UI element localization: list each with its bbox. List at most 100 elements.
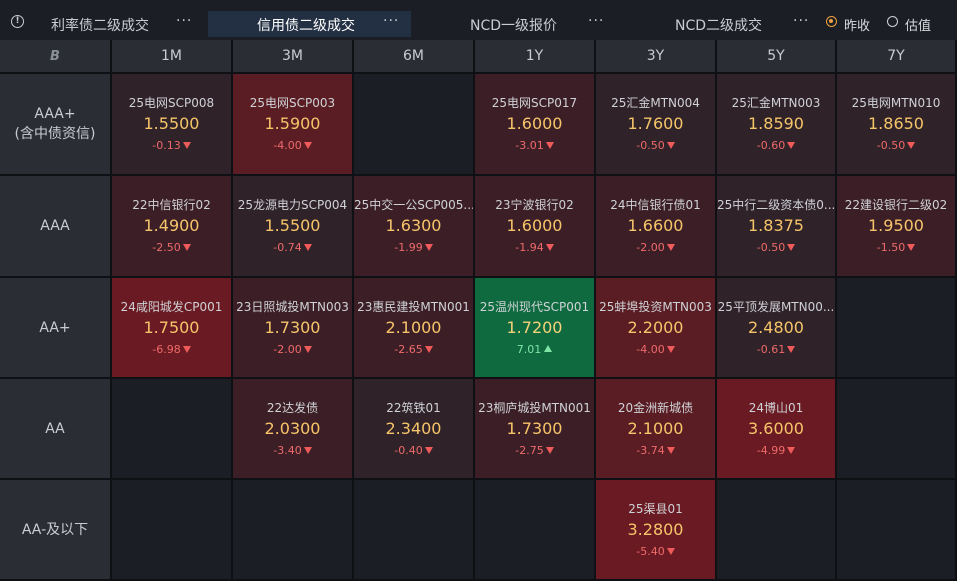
bond-cell[interactable]: 23惠民建投MTN001 2.1000 -2.65 xyxy=(354,278,473,377)
bond-cell[interactable]: 25电网SCP008 1.5500 -0.13 xyxy=(112,74,231,174)
yield-change: -4.00 xyxy=(596,343,715,356)
bond-yield: 3.6000 xyxy=(748,419,804,438)
change-value: -4.00 xyxy=(636,343,665,356)
arrow-down-icon xyxy=(424,346,433,353)
yield-change: -0.13 xyxy=(112,139,231,152)
radio-valuation[interactable] xyxy=(887,16,898,27)
change-value: -6.98 xyxy=(152,343,181,356)
bond-cell[interactable]: 25温州现代SCP001 1.7200 7.01 xyxy=(475,278,594,377)
tab-ncd-secondary[interactable]: NCD二级成交 ··· xyxy=(620,11,815,37)
yield-change: 7.01 xyxy=(475,343,594,356)
yield-change: -6.98 xyxy=(112,343,231,356)
tab-ncd-primary-quote[interactable]: NCD一级报价 ··· xyxy=(415,11,615,37)
bond-name: 22筑铁01 xyxy=(386,401,441,415)
bond-cell[interactable]: 25龙源电力SCP004 1.5500 -0.74 xyxy=(233,176,352,276)
more-options-icon[interactable]: ··· xyxy=(176,13,192,29)
bond-cell[interactable]: 22中信银行02 1.4900 -2.50 xyxy=(112,176,231,276)
bond-cell[interactable]: 23桐庐城投MTN001 1.7300 -2.75 xyxy=(475,379,594,478)
bond-name: 25电网MTN010 xyxy=(851,96,941,110)
bond-cell[interactable]: 25中交一公SCP005... 1.6300 -1.99 xyxy=(354,176,473,276)
bond-cell[interactable]: 23宁波银行02 1.6000 -1.94 xyxy=(475,176,594,276)
change-value: -2.50 xyxy=(152,241,181,254)
more-options-icon[interactable]: ··· xyxy=(383,13,399,29)
tab-rate-bond-secondary[interactable]: 利率债二级成交 ··· xyxy=(40,11,200,37)
bond-cell[interactable]: 24中信银行债01 1.6600 -2.00 xyxy=(596,176,715,276)
empty-cell xyxy=(837,379,955,478)
bond-cell[interactable]: 25渠县01 3.2800 -5.40 xyxy=(596,480,715,579)
bond-cell[interactable]: 25电网SCP003 1.5900 -4.00 xyxy=(233,74,352,174)
arrow-down-icon xyxy=(303,346,312,353)
bond-cell[interactable]: 22建设银行二级02 1.9500 -1.50 xyxy=(837,176,955,276)
arrow-down-icon xyxy=(787,244,796,251)
yield-change: -2.75 xyxy=(475,444,594,457)
bond-cell[interactable]: 25汇金MTN003 1.8590 -0.60 xyxy=(717,74,835,174)
yield-change: -0.50 xyxy=(717,241,835,254)
corner-logo-icon: B xyxy=(0,40,110,72)
yield-change: -0.40 xyxy=(354,444,473,457)
yield-change: -2.00 xyxy=(596,241,715,254)
bond-cell[interactable]: 25汇金MTN004 1.7600 -0.50 xyxy=(596,74,715,174)
bond-cell[interactable]: 25中行二级资本债0... 1.8375 -0.50 xyxy=(717,176,835,276)
arrow-down-icon xyxy=(303,142,312,149)
row-header-rating: AAA xyxy=(0,176,110,276)
bond-cell[interactable]: 25电网SCP017 1.6000 -3.01 xyxy=(475,74,594,174)
bond-cell[interactable]: 24博山01 3.6000 -4.99 xyxy=(717,379,835,478)
bond-name: 25渠县01 xyxy=(628,502,683,516)
empty-cell xyxy=(112,480,231,579)
yield-change: -3.40 xyxy=(233,444,352,457)
bond-cell[interactable]: 25平顶发展MTN00... 2.4800 -0.61 xyxy=(717,278,835,377)
bond-yield: 1.6300 xyxy=(385,216,442,235)
bond-name: 25电网SCP008 xyxy=(128,96,215,110)
arrow-down-icon xyxy=(424,447,433,454)
bond-cell[interactable]: 20金洲新城债 2.1000 -3.74 xyxy=(596,379,715,478)
bond-cell[interactable]: 25蚌埠投资MTN003 2.2000 -4.00 xyxy=(596,278,715,377)
rating-tenor-matrix: B 1M 3M 6M 1Y 3Y 5Y 7Y AAA+ (含中债资信) 25电网SCP008 1.5… xyxy=(0,40,957,581)
bond-cell[interactable]: 22达发债 2.0300 -3.40 xyxy=(233,379,352,478)
bond-name: 23日照城投MTN003 xyxy=(236,300,349,314)
bond-yield: 2.0300 xyxy=(264,419,321,438)
change-value: -5.40 xyxy=(636,545,665,558)
bond-yield: 1.5900 xyxy=(264,114,321,133)
bond-yield: 2.3400 xyxy=(385,419,442,438)
bond-name: 23宁波银行02 xyxy=(495,198,574,212)
arrow-down-icon xyxy=(666,548,675,555)
bond-yield: 1.7500 xyxy=(143,318,200,337)
arrow-down-icon xyxy=(545,244,554,251)
tab-label: 利率债二级成交 xyxy=(51,18,149,34)
bond-name: 25中交一公SCP005... xyxy=(354,198,473,212)
arrow-down-icon xyxy=(666,142,675,149)
arrow-down-icon xyxy=(182,346,191,353)
change-value: -0.40 xyxy=(394,444,423,457)
bond-yield: 1.4900 xyxy=(143,216,200,235)
radio-prev-close[interactable] xyxy=(826,16,837,27)
bond-cell[interactable]: 24咸阳城发CP001 1.7500 -6.98 xyxy=(112,278,231,377)
more-options-icon[interactable]: ··· xyxy=(588,13,604,29)
bond-cell[interactable]: 22筑铁01 2.3400 -0.40 xyxy=(354,379,473,478)
more-options-icon[interactable]: ··· xyxy=(793,13,809,29)
bond-yield: 1.8590 xyxy=(748,114,804,133)
arrow-down-icon xyxy=(787,142,796,149)
radio-label-valuation: 估值 xyxy=(905,19,932,34)
bond-name: 24博山01 xyxy=(748,401,804,415)
bond-name: 25温州现代SCP001 xyxy=(479,300,590,314)
bond-yield: 1.7300 xyxy=(264,318,321,337)
yield-change: -1.50 xyxy=(837,241,955,254)
arrow-down-icon xyxy=(182,142,191,149)
yield-change: -4.00 xyxy=(233,139,352,152)
change-value: -4.99 xyxy=(756,444,786,457)
info-icon[interactable]: ! xyxy=(11,15,24,28)
bond-name: 25汇金MTN004 xyxy=(611,96,700,110)
change-value: -0.74 xyxy=(273,241,302,254)
arrow-up-icon xyxy=(544,345,553,352)
bond-cell[interactable]: 23日照城投MTN003 1.7300 -2.00 xyxy=(233,278,352,377)
yield-change: -5.40 xyxy=(596,545,715,558)
bond-cell[interactable]: 25电网MTN010 1.8650 -0.50 xyxy=(837,74,955,174)
change-value: -1.99 xyxy=(394,241,423,254)
change-value: -2.00 xyxy=(636,241,665,254)
change-value: -3.74 xyxy=(636,444,665,457)
change-value: -1.50 xyxy=(876,241,906,254)
arrow-down-icon xyxy=(907,142,916,149)
tab-credit-bond-secondary[interactable]: 信用债二级成交 ··· xyxy=(208,11,411,37)
change-value: -0.60 xyxy=(756,139,786,152)
bond-name: 23桐庐城投MTN001 xyxy=(478,401,591,415)
